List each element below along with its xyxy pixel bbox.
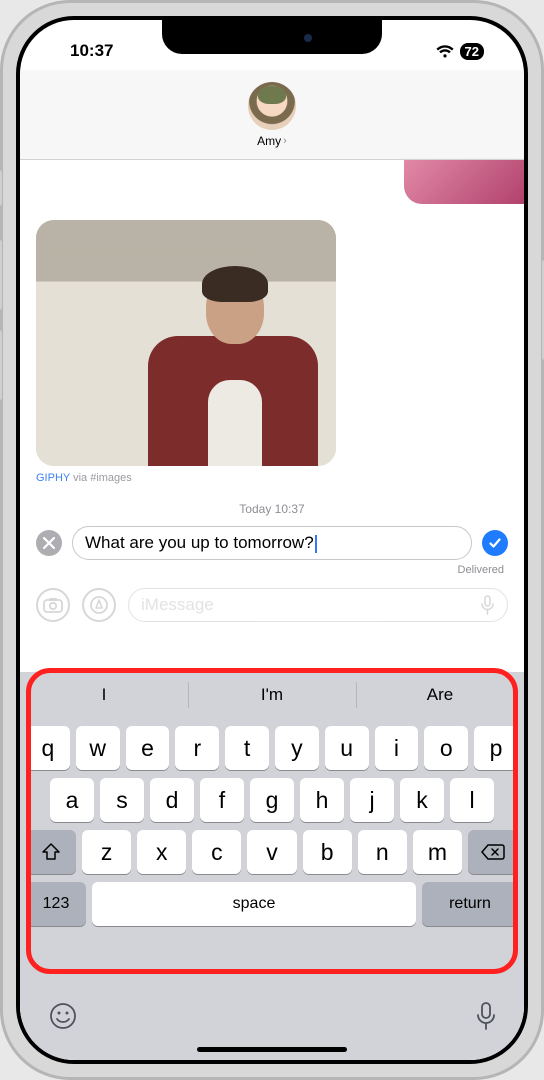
key-a[interactable]: a [50, 778, 94, 822]
mute-switch [0, 170, 2, 206]
edit-text: What are you up to tomorrow? [85, 533, 314, 552]
cancel-edit-button[interactable] [36, 530, 62, 556]
key-row-1: q w e r t y u i o p [20, 726, 524, 770]
key-q[interactable]: q [26, 726, 70, 770]
keyboard-bottom-bar [20, 990, 524, 1060]
key-backspace[interactable] [468, 830, 518, 874]
key-m[interactable]: m [413, 830, 462, 874]
delivered-label: Delivered [36, 564, 508, 576]
key-x[interactable]: x [137, 830, 186, 874]
message-edit-input[interactable]: What are you up to tomorrow? [72, 526, 472, 560]
contact-name: Amy [257, 134, 281, 148]
key-r[interactable]: r [175, 726, 219, 770]
key-k[interactable]: k [400, 778, 444, 822]
text-cursor [315, 535, 317, 553]
notch [162, 20, 382, 54]
compose-row: iMessage [36, 588, 508, 622]
key-c[interactable]: c [192, 830, 241, 874]
app-store-icon [90, 596, 108, 614]
received-gif-bubble[interactable] [36, 220, 336, 466]
backspace-icon [481, 843, 505, 861]
keyboard: I I'm Are q w e r t y u i o p [20, 672, 524, 1060]
chevron-right-icon: › [283, 135, 287, 147]
key-j[interactable]: j [350, 778, 394, 822]
suggestion-1[interactable]: I [20, 672, 188, 718]
conversation-header[interactable]: Amy › [20, 70, 524, 160]
emoji-button[interactable] [48, 1001, 78, 1031]
key-z[interactable]: z [82, 830, 131, 874]
checkmark-icon [488, 536, 502, 550]
compose-input[interactable]: iMessage [128, 588, 508, 622]
dictation-button[interactable] [476, 1001, 496, 1031]
key-g[interactable]: g [250, 778, 294, 822]
contact-avatar[interactable] [248, 82, 296, 130]
suggestion-bar: I I'm Are [20, 672, 524, 718]
key-u[interactable]: u [325, 726, 369, 770]
key-v[interactable]: v [247, 830, 296, 874]
shift-icon [41, 843, 61, 861]
volume-up-button [0, 240, 2, 310]
suggestion-3[interactable]: Are [356, 672, 524, 718]
key-t[interactable]: t [225, 726, 269, 770]
key-shift[interactable] [26, 830, 76, 874]
key-h[interactable]: h [300, 778, 344, 822]
suggestion-2[interactable]: I'm [188, 672, 356, 718]
compose-placeholder: iMessage [141, 595, 214, 615]
key-e[interactable]: e [126, 726, 170, 770]
key-space[interactable]: space [92, 882, 416, 926]
key-l[interactable]: l [450, 778, 494, 822]
key-o[interactable]: o [424, 726, 468, 770]
app-store-button[interactable] [82, 588, 116, 622]
timestamp-label: Today 10:37 [36, 502, 508, 516]
camera-button[interactable] [36, 588, 70, 622]
key-i[interactable]: i [375, 726, 419, 770]
key-d[interactable]: d [150, 778, 194, 822]
message-edit-row: What are you up to tomorrow? [36, 526, 508, 560]
home-indicator[interactable] [197, 1047, 347, 1052]
screen: 10:37 72 Amy › G [20, 20, 524, 1060]
phone-frame: 10:37 72 Amy › G [0, 0, 544, 1080]
key-b[interactable]: b [303, 830, 352, 874]
message-thread[interactable]: GIPHY via #images Today 10:37 What are y… [20, 160, 524, 1060]
key-row-2: a s d f g h j k l [20, 778, 524, 822]
confirm-edit-button[interactable] [482, 530, 508, 556]
battery-indicator: 72 [460, 43, 484, 60]
close-icon [43, 537, 55, 549]
key-row-4: 123 space return [20, 882, 524, 926]
key-f[interactable]: f [200, 778, 244, 822]
wifi-icon [436, 45, 454, 58]
contact-name-row[interactable]: Amy › [257, 134, 287, 148]
volume-down-button [0, 330, 2, 400]
key-y[interactable]: y [275, 726, 319, 770]
sent-image-bubble[interactable] [404, 158, 524, 204]
microphone-icon [480, 595, 495, 615]
key-row-3: z x c v b n m [20, 830, 524, 874]
key-numbers[interactable]: 123 [26, 882, 86, 926]
key-w[interactable]: w [76, 726, 120, 770]
key-return[interactable]: return [422, 882, 518, 926]
key-n[interactable]: n [358, 830, 407, 874]
camera-icon [43, 597, 63, 613]
gif-attribution: GIPHY via #images [36, 472, 508, 484]
key-s[interactable]: s [100, 778, 144, 822]
clock: 10:37 [60, 41, 113, 61]
key-p[interactable]: p [474, 726, 518, 770]
